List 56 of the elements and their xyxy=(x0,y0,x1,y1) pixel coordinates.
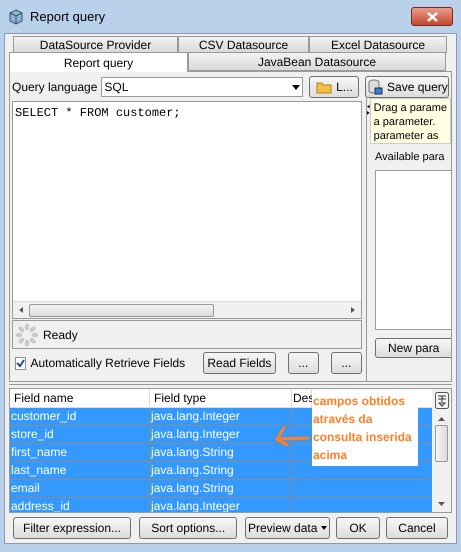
more-button[interactable]: ... xyxy=(330,352,362,374)
checkbox[interactable] xyxy=(15,356,26,370)
hint-text: Drag a parame xyxy=(374,101,447,115)
close-icon xyxy=(426,12,438,22)
dropdown-arrow-icon xyxy=(292,84,300,90)
preview-data-button[interactable]: Preview data xyxy=(245,517,330,539)
scroll-up-icon[interactable] xyxy=(438,417,445,421)
parameters-label: Available para xyxy=(375,150,445,164)
filter-expression-button[interactable]: Filter expression... xyxy=(13,517,132,539)
scroll-down-icon[interactable] xyxy=(438,502,445,506)
table-cell: java.lang.String xyxy=(150,480,292,497)
table-cell: java.lang.String xyxy=(150,462,292,479)
status-text: Ready xyxy=(43,326,78,344)
window-title: Report query xyxy=(30,8,106,26)
column-chooser-icon[interactable] xyxy=(434,392,448,409)
table-cell: last_name xyxy=(10,462,150,479)
tab[interactable]: Report query xyxy=(9,52,188,72)
language-dropdown[interactable]: SQL xyxy=(101,77,304,97)
database-icon xyxy=(367,79,384,95)
scroll-left-icon[interactable] xyxy=(19,307,23,313)
column-header[interactable]: Field name xyxy=(10,389,150,407)
checkbox-label: Automatically Retrieve Fields xyxy=(30,355,186,372)
tab[interactable]: Excel Datasource xyxy=(309,36,447,53)
spinner-icon xyxy=(15,322,39,346)
column-header[interactable]: Field type xyxy=(150,389,292,407)
sort-options-button[interactable]: Sort options... xyxy=(139,517,238,539)
hint-text: parameter as xyxy=(374,129,438,143)
read-fields-button[interactable]: Read Fields xyxy=(203,352,276,374)
folder-icon xyxy=(316,80,332,94)
table-cell: email xyxy=(10,480,150,497)
more-button[interactable]: ... xyxy=(288,352,319,374)
hint-text: a parameter. xyxy=(374,115,436,129)
scrollbar-thumb[interactable] xyxy=(29,304,214,316)
scroll-right-icon[interactable] xyxy=(351,307,355,313)
table-cell: first_name xyxy=(10,444,150,461)
table-cell: store_id xyxy=(10,426,150,443)
horizontal-scrollbar[interactable] xyxy=(13,301,361,318)
table-cell: java.lang.String xyxy=(150,444,292,461)
tab[interactable]: DataSource Provider xyxy=(13,36,178,53)
new-parameter-button[interactable]: New para xyxy=(375,338,451,358)
tab[interactable]: CSV Datasource xyxy=(178,36,309,53)
dialog-button[interactable]: OK xyxy=(336,517,380,539)
table-cell: java.lang.Integer xyxy=(150,408,292,425)
close-button[interactable] xyxy=(411,7,453,26)
table-cell: customer_id xyxy=(10,408,150,425)
scrollbar-thumb[interactable] xyxy=(435,425,448,462)
dialog-button[interactable]: Cancel xyxy=(386,517,448,539)
caret-icon xyxy=(321,526,328,530)
load-button[interactable]: L... xyxy=(309,76,360,98)
table-cell: java.lang.Integer xyxy=(150,426,292,443)
field-label: Query language xyxy=(12,79,98,96)
annotation-arrow xyxy=(274,424,310,446)
cube-icon xyxy=(8,8,24,24)
parameters-list[interactable] xyxy=(375,170,451,330)
save-query-button[interactable]: Save query xyxy=(365,76,450,98)
tab[interactable]: JavaBean Datasource xyxy=(188,52,446,71)
